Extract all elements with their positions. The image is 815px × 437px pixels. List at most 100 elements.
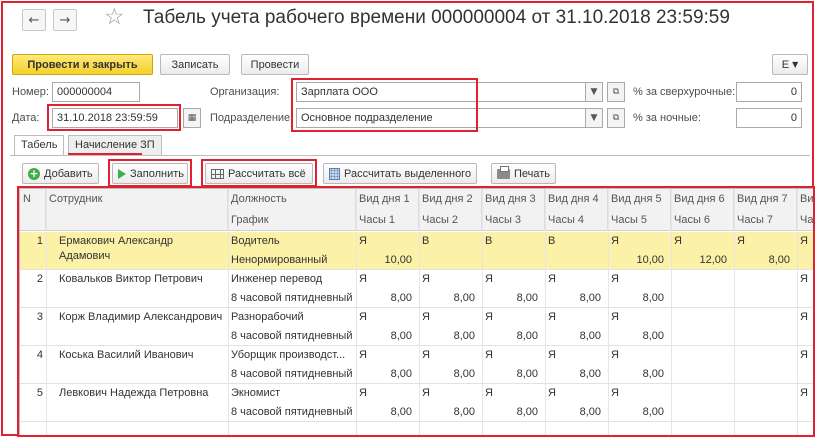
- day-type-cell[interactable]: Я: [356, 270, 419, 289]
- row-number[interactable]: 2: [20, 270, 46, 289]
- hours-cell[interactable]: [482, 251, 541, 270]
- hours-cell[interactable]: [671, 327, 730, 346]
- hours-cell[interactable]: 8,00: [608, 365, 667, 384]
- day-type-cell[interactable]: Я: [545, 270, 608, 289]
- row-number[interactable]: 1: [20, 232, 46, 251]
- calculate-selected-button[interactable]: Рассчитать выделенного: [323, 163, 478, 184]
- day-type-cell[interactable]: Я: [797, 346, 814, 365]
- employee-name-line2[interactable]: [56, 285, 228, 304]
- col-header-hours-3[interactable]: Часы 3: [482, 210, 545, 231]
- col-header-day-type-3[interactable]: Вид дня 3: [482, 189, 545, 210]
- hours-cell[interactable]: 8,00: [419, 365, 478, 384]
- col-header-day-type-2[interactable]: Вид дня 2: [419, 189, 482, 210]
- table-row[interactable]: 1 Ермакович Александр Адамович Водитель Нено…: [20, 232, 814, 270]
- number-field[interactable]: 000000004: [52, 82, 140, 102]
- forward-button[interactable]: →: [53, 9, 77, 31]
- hours-cell[interactable]: 8,00: [545, 327, 604, 346]
- day-type-cell[interactable]: Я: [608, 232, 671, 251]
- date-field[interactable]: 31.10.2018 23:59:59: [52, 108, 178, 128]
- day-type-cell[interactable]: Я: [482, 270, 545, 289]
- hours-cell[interactable]: [734, 403, 793, 422]
- hours-cell[interactable]: 8,00: [482, 289, 541, 308]
- calendar-button[interactable]: ▦: [183, 108, 201, 128]
- hours-cell[interactable]: 10,00: [608, 251, 667, 270]
- day-type-cell[interactable]: Я: [482, 384, 545, 403]
- hours-cell[interactable]: 8,00: [356, 289, 415, 308]
- hours-cell[interactable]: 8,00: [482, 327, 541, 346]
- col-header-day-type-8[interactable]: Вид: [797, 189, 814, 210]
- table-row[interactable]: 3 Корж Владимир Александрович Разнорабочий…: [20, 308, 814, 346]
- col-header-position[interactable]: Должность: [228, 189, 356, 210]
- day-type-cell[interactable]: Я: [608, 308, 671, 327]
- table-row[interactable]: 2 Ковальков Виктор Петрович Инженер перево…: [20, 270, 814, 308]
- schedule-cell[interactable]: 8 часовой пятидневный: [228, 327, 356, 346]
- day-type-cell[interactable]: Я: [545, 308, 608, 327]
- day-type-cell[interactable]: Я: [356, 346, 419, 365]
- col-header-hours-8[interactable]: Час: [797, 210, 814, 231]
- organization-dropdown-button[interactable]: ▼: [585, 82, 603, 102]
- schedule-cell[interactable]: 8 часовой пятидневный: [228, 403, 356, 422]
- organization-open-button[interactable]: ⧉: [607, 82, 625, 102]
- col-header-hours-7[interactable]: Часы 7: [734, 210, 797, 231]
- tab-timesheet[interactable]: Табель: [14, 135, 65, 156]
- day-type-cell[interactable]: Я: [608, 346, 671, 365]
- day-type-cell[interactable]: [671, 346, 734, 365]
- hours-cell[interactable]: [671, 403, 730, 422]
- day-type-cell[interactable]: Я: [419, 346, 482, 365]
- employee-name-line2[interactable]: [56, 399, 228, 418]
- tab-salary-accrual[interactable]: Начисление ЗП: [68, 135, 162, 155]
- hours-cell[interactable]: 8,00: [419, 327, 478, 346]
- hours-cell[interactable]: 8,00: [608, 403, 667, 422]
- day-type-cell[interactable]: В: [545, 232, 608, 251]
- day-type-cell[interactable]: [734, 308, 797, 327]
- day-type-cell[interactable]: Я: [545, 346, 608, 365]
- back-button[interactable]: ←: [22, 9, 46, 31]
- hours-cell[interactable]: 8,00: [482, 365, 541, 384]
- row-number[interactable]: 4: [20, 346, 46, 365]
- day-type-cell[interactable]: [671, 308, 734, 327]
- department-field[interactable]: Основное подразделение: [296, 108, 586, 128]
- hours-cell[interactable]: 8,00: [734, 251, 793, 270]
- position-cell[interactable]: Водитель: [228, 232, 356, 251]
- hours-cell[interactable]: [419, 251, 478, 270]
- hours-cell[interactable]: [797, 289, 814, 308]
- day-type-cell[interactable]: Я: [797, 232, 814, 251]
- favorite-star-icon[interactable]: ☆: [104, 4, 125, 30]
- col-header-day-type-4[interactable]: Вид дня 4: [545, 189, 608, 210]
- col-header-n[interactable]: N: [20, 189, 46, 231]
- hours-cell[interactable]: [671, 289, 730, 308]
- day-type-cell[interactable]: Я: [356, 308, 419, 327]
- hours-cell[interactable]: 10,00: [356, 251, 415, 270]
- hours-cell[interactable]: 8,00: [608, 327, 667, 346]
- position-cell[interactable]: Уборщик производст...: [228, 346, 356, 365]
- col-header-hours-4[interactable]: Часы 4: [545, 210, 608, 231]
- col-header-hours-6[interactable]: Часы 6: [671, 210, 734, 231]
- department-open-button[interactable]: ⧉: [607, 108, 625, 128]
- save-button[interactable]: Записать: [160, 54, 230, 75]
- hours-cell[interactable]: 8,00: [482, 403, 541, 422]
- hours-cell[interactable]: [797, 365, 814, 384]
- schedule-cell[interactable]: 8 часовой пятидневный: [228, 289, 356, 308]
- employee-name-line2[interactable]: [56, 323, 228, 342]
- col-header-hours-1[interactable]: Часы 1: [356, 210, 419, 231]
- hours-cell[interactable]: 8,00: [608, 289, 667, 308]
- col-header-hours-5[interactable]: Часы 5: [608, 210, 671, 231]
- add-row-button[interactable]: + Добавить: [22, 163, 99, 184]
- col-header-hours-2[interactable]: Часы 2: [419, 210, 482, 231]
- hours-cell[interactable]: 8,00: [545, 403, 604, 422]
- day-type-cell[interactable]: Я: [419, 384, 482, 403]
- day-type-cell[interactable]: Я: [482, 308, 545, 327]
- day-type-cell[interactable]: Я: [356, 232, 419, 251]
- day-type-cell[interactable]: Я: [671, 232, 734, 251]
- hours-cell[interactable]: [671, 365, 730, 384]
- department-dropdown-button[interactable]: ▼: [585, 108, 603, 128]
- day-type-cell[interactable]: Я: [482, 346, 545, 365]
- day-type-cell[interactable]: Я: [608, 384, 671, 403]
- day-type-cell[interactable]: Я: [797, 384, 814, 403]
- hours-cell[interactable]: [797, 251, 814, 270]
- more-menu-button[interactable]: Е ▼: [772, 54, 808, 75]
- print-button[interactable]: Печать: [491, 163, 557, 184]
- hours-cell[interactable]: [797, 327, 814, 346]
- col-header-day-type-1[interactable]: Вид дня 1: [356, 189, 419, 210]
- hours-cell[interactable]: 8,00: [356, 403, 415, 422]
